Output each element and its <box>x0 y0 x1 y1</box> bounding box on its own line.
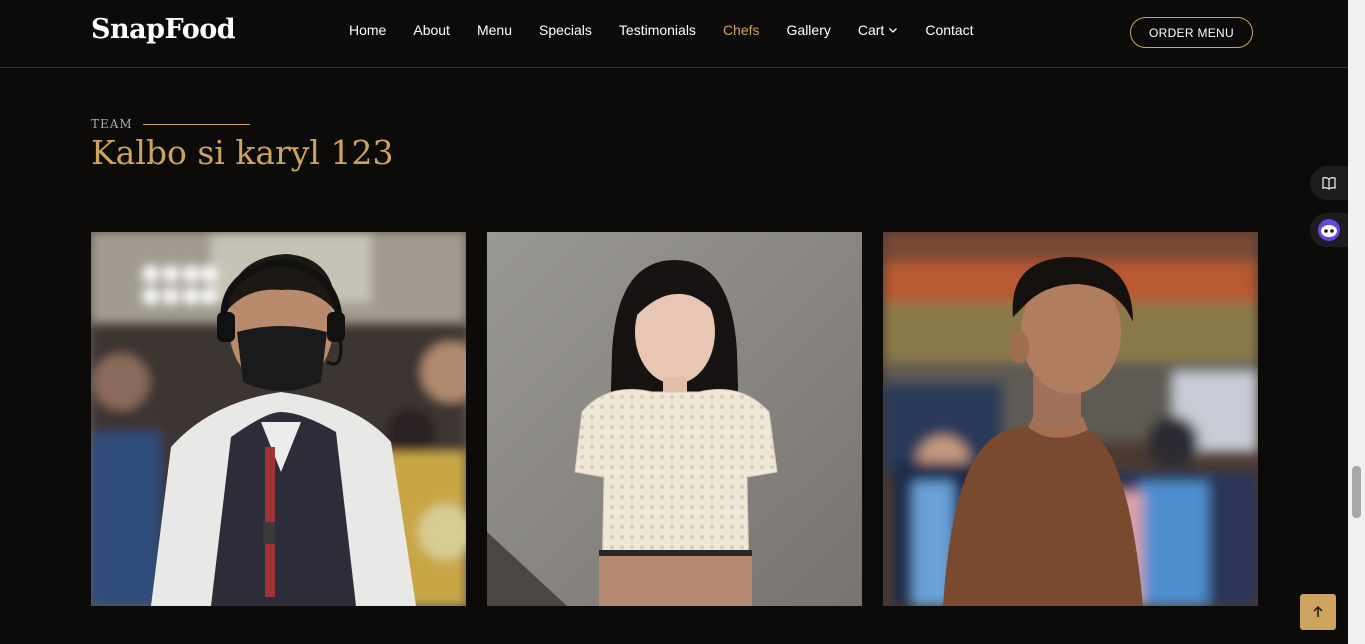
nav-cart-label: Cart <box>857 22 885 38</box>
arrow-up-icon <box>1313 605 1323 617</box>
section-label-text: TEAM <box>91 117 133 131</box>
book-icon <box>1322 177 1336 190</box>
chef-card-3[interactable] <box>883 232 1258 606</box>
nav-menu[interactable]: Menu <box>477 22 512 38</box>
nav-contact[interactable]: Contact <box>925 22 973 38</box>
nav-testimonials[interactable]: Testimonials <box>619 22 696 38</box>
nav-menu-label: Menu <box>476 22 512 38</box>
main-nav: Home About Menu Specials Testimonials Ch… <box>349 22 1001 38</box>
nav-gallery-label: Gallery <box>786 22 831 38</box>
nav-home[interactable]: Home <box>349 22 386 38</box>
section-title: Kalbo si karyl 123 <box>91 133 394 172</box>
page: SnapFood Home About Menu Specials Testim… <box>0 0 1365 644</box>
assistant-icon <box>1318 219 1340 241</box>
section-label: TEAM <box>91 117 250 131</box>
nav-about-label: About <box>413 22 450 38</box>
nav-chefs[interactable]: Chefs <box>723 22 760 38</box>
section-label-divider <box>142 123 250 125</box>
chef-photo-1 <box>91 232 466 606</box>
chef-card-1[interactable] <box>91 232 466 606</box>
scrollbar-thumb[interactable] <box>1352 466 1361 518</box>
order-menu-button[interactable]: ORDER MENU <box>1130 17 1253 48</box>
side-assistant-button[interactable] <box>1310 213 1348 247</box>
nav-chefs-label: Chefs <box>722 22 760 38</box>
nav-gallery[interactable]: Gallery <box>787 22 831 38</box>
nav-testimonials-label: Testimonials <box>618 22 696 38</box>
nav-about[interactable]: About <box>413 22 450 38</box>
back-to-top-button[interactable] <box>1300 594 1336 630</box>
chevron-down-icon <box>889 28 898 33</box>
nav-specials[interactable]: Specials <box>539 22 592 38</box>
site-logo[interactable]: SnapFood <box>91 14 236 45</box>
nav-contact-label: Contact <box>925 22 974 38</box>
page-scrollbar[interactable] <box>1348 0 1365 644</box>
nav-home-label: Home <box>349 22 387 38</box>
site-header: SnapFood Home About Menu Specials Testim… <box>0 0 1348 68</box>
chef-card-2[interactable] <box>487 232 862 606</box>
nav-cart[interactable]: Cart <box>858 22 898 38</box>
nav-specials-label: Specials <box>538 22 592 38</box>
chef-photo-2 <box>487 232 862 606</box>
chef-photo-3 <box>883 232 1258 606</box>
side-reader-button[interactable] <box>1310 166 1348 200</box>
